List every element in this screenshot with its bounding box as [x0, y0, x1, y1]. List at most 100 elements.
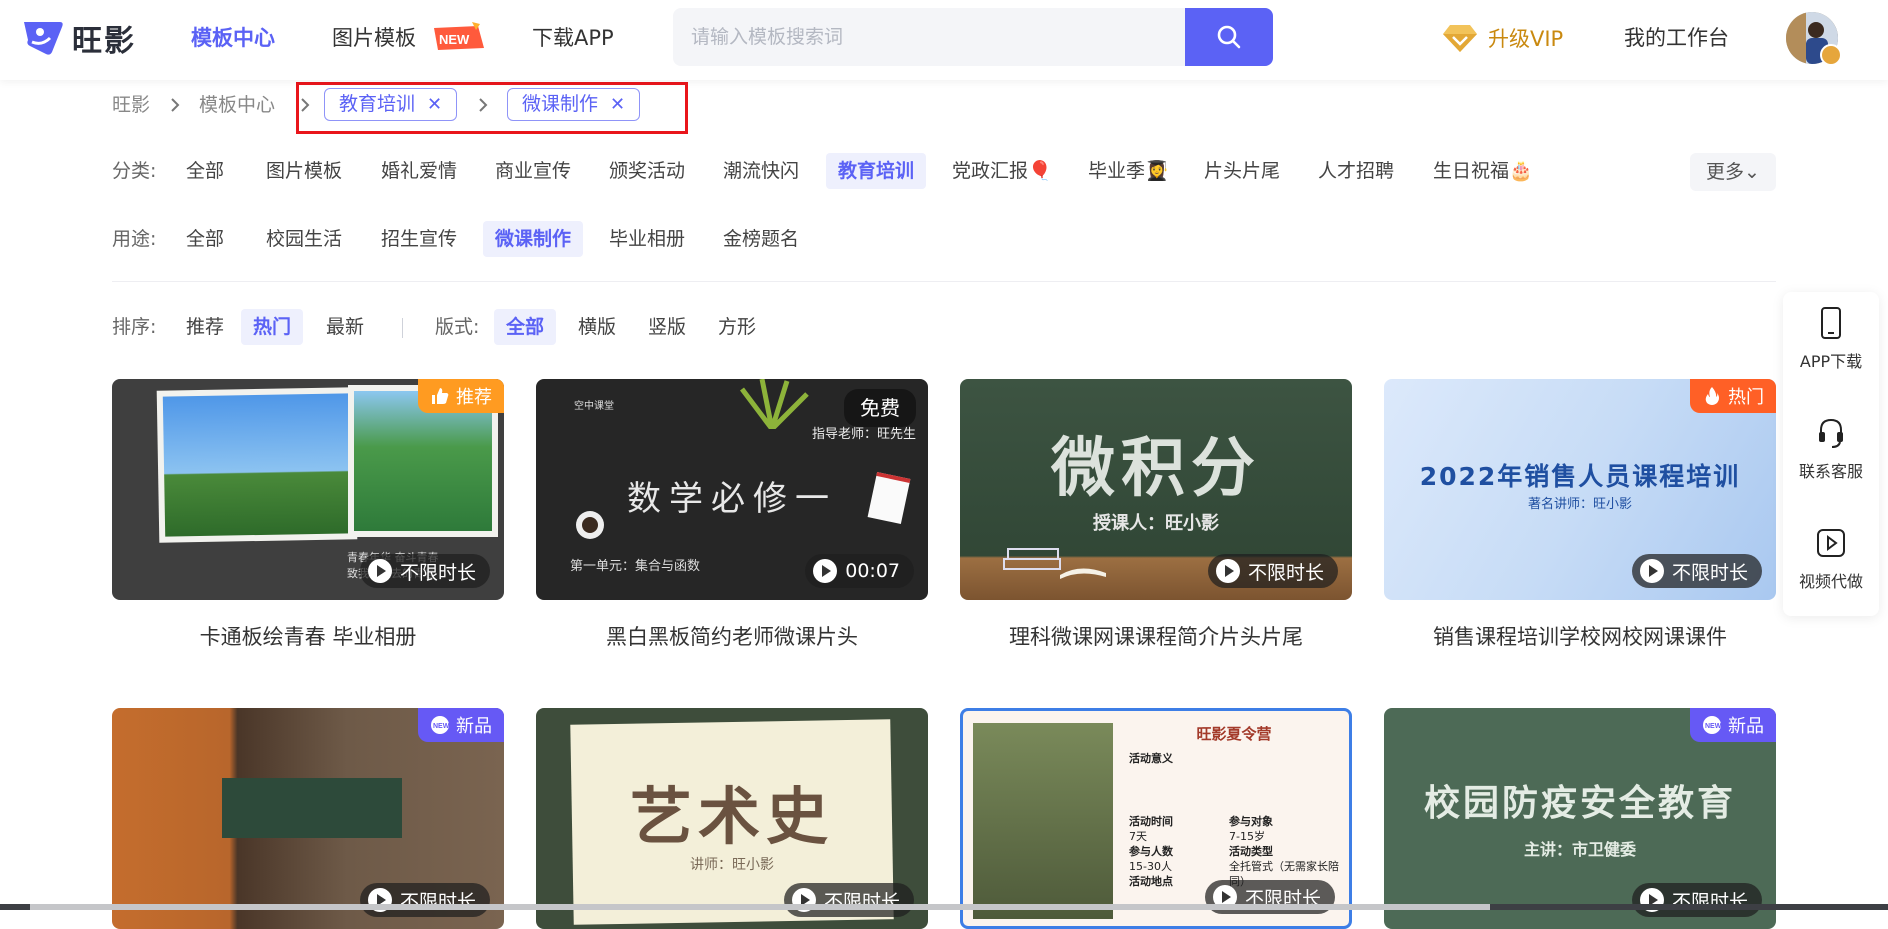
- format-chip[interactable]: 方形: [706, 309, 768, 345]
- leaf-icon: [740, 379, 809, 429]
- template-thumbnail[interactable]: NEW 新品 不限时长: [112, 708, 504, 929]
- usage-label: 用途:: [112, 228, 157, 250]
- search-input[interactable]: [673, 8, 1185, 66]
- poster-photo: [973, 723, 1113, 919]
- recommend-tag-label: 推荐: [456, 387, 492, 408]
- format-chip-active[interactable]: 全部: [494, 309, 557, 345]
- phone-icon: [1821, 307, 1841, 339]
- poster-row: 参与对象: [1229, 815, 1273, 828]
- course-subtitle: 著名讲师：旺小影: [1527, 497, 1632, 512]
- sort-chip[interactable]: 推荐: [174, 309, 236, 345]
- duration-badge: 不限时长: [1631, 883, 1762, 917]
- nav-template-center[interactable]: 模板中心: [191, 22, 275, 54]
- nav-image-templates[interactable]: 图片模板 NEW: [332, 22, 484, 54]
- side-tool-panel: APP下载 联系客服 视频代做: [1783, 292, 1879, 616]
- brand-logo[interactable]: 旺影: [20, 16, 136, 60]
- nav-image-templates-label: 图片模板: [332, 26, 416, 50]
- usage-chip-active[interactable]: 微课制作: [483, 221, 584, 257]
- side-customer-service[interactable]: 联系客服: [1783, 416, 1879, 482]
- search-bar: [673, 8, 1273, 66]
- category-chip[interactable]: 人才招聘: [1306, 153, 1406, 189]
- art-history-title: 艺术史: [629, 780, 834, 853]
- photo-image: [162, 393, 352, 537]
- side-item-label: 视频代做: [1798, 572, 1863, 591]
- side-item-label: 联系客服: [1798, 462, 1863, 481]
- template-thumbnail[interactable]: 微积分 授课人：旺小影 不限时长: [960, 379, 1352, 600]
- category-chip[interactable]: 图片模板: [254, 153, 354, 189]
- breadcrumb-root[interactable]: 旺影: [112, 90, 150, 120]
- category-chip-active[interactable]: 教育培训: [826, 153, 927, 189]
- video-play-icon: [1817, 529, 1845, 557]
- category-chip[interactable]: 商业宣传: [483, 153, 583, 189]
- new-tag: NEW 新品: [1690, 708, 1776, 742]
- category-chip[interactable]: 党政汇报🎈: [940, 153, 1064, 189]
- template-title[interactable]: 黑白黑板简约老师微课片头: [536, 621, 928, 651]
- chalk-title: 校园防疫安全教育: [1423, 783, 1736, 824]
- poster-details: 活动意义 活动时间 7天 参与人数 15-30人 活动地点: [1129, 751, 1173, 889]
- format-chip[interactable]: 竖版: [636, 309, 698, 345]
- sort-chip[interactable]: 最新: [314, 309, 376, 345]
- template-title[interactable]: 销售课程培训学校网校网课课件: [1384, 621, 1776, 651]
- duration-badge: 不限时长: [1207, 554, 1338, 588]
- hot-tag: 热门: [1690, 379, 1776, 413]
- photo-frame: [156, 387, 358, 543]
- new-badge-icon: NEW: [1703, 716, 1722, 734]
- side-video-service[interactable]: 视频代做: [1783, 526, 1879, 592]
- new-tag-label: 新品: [1728, 716, 1764, 737]
- play-icon: [813, 559, 838, 583]
- vip-diamond-icon: [1443, 25, 1477, 52]
- duration-label: 不限时长: [1247, 561, 1324, 584]
- usage-chip[interactable]: 招生宣传: [369, 221, 469, 257]
- poster-details-right: 参与对象 7-15岁 活动类型 全托管式（无需家长陪同）: [1229, 814, 1349, 889]
- nav-download-app[interactable]: 下载APP: [532, 22, 614, 54]
- category-chip[interactable]: 颁奖活动: [597, 153, 697, 189]
- duration-badge: 00:07: [805, 554, 914, 588]
- more-categories-button[interactable]: 更多⌄: [1690, 153, 1776, 191]
- template-thumbnail[interactable]: 艺术史 讲师：旺小影 不限时长: [536, 708, 928, 929]
- course-title: 2022年销售人员课程培训: [1419, 462, 1741, 491]
- svg-text:NEW: NEW: [433, 723, 450, 730]
- template-thumbnail[interactable]: 空中课堂 指导老师：旺先生 数学必修一 第一单元：集合与函数 免费 00:07: [536, 379, 928, 600]
- poster-row: 参与人数: [1129, 845, 1173, 858]
- sort-chip-active[interactable]: 热门: [241, 309, 304, 345]
- template-thumbnail[interactable]: 2022年销售人员课程培训 著名讲师：旺小影 热门 不限时长: [1384, 379, 1776, 600]
- upgrade-vip-label: 升级VIP: [1488, 27, 1564, 51]
- side-app-download[interactable]: APP下载: [1783, 306, 1879, 372]
- usage-chip[interactable]: 毕业相册: [597, 221, 697, 257]
- template-title[interactable]: 理科微课网课课程简介片头片尾: [960, 621, 1352, 651]
- filter-divider: [112, 281, 1776, 282]
- free-tag: 免费: [844, 389, 916, 427]
- category-chip[interactable]: 片头片尾: [1192, 153, 1292, 189]
- my-workspace-link[interactable]: 我的工作台: [1624, 22, 1729, 54]
- template-thumbnail[interactable]: 校园防疫安全教育 主讲：市卫健委 NEW 新品 不限时长: [1384, 708, 1776, 929]
- upgrade-vip-button[interactable]: 升级VIP: [1442, 20, 1563, 56]
- duration-label: 00:07: [845, 560, 900, 582]
- poster-value: 7天: [1129, 830, 1147, 843]
- usage-chip[interactable]: 金榜题名: [711, 221, 811, 257]
- template-title[interactable]: 卡通板绘青春 毕业相册: [112, 621, 504, 651]
- svg-text:NEW: NEW: [1705, 723, 1722, 730]
- category-chip[interactable]: 潮流快闪: [711, 153, 811, 189]
- format-chip[interactable]: 横版: [566, 309, 628, 345]
- art-history-subtitle: 讲师：旺小影: [690, 857, 774, 873]
- usage-chip[interactable]: 全部: [174, 221, 236, 257]
- new-tag-label: 新品: [456, 716, 492, 737]
- duration-label: 不限时长: [399, 561, 476, 584]
- play-icon: [367, 559, 392, 583]
- new-badge-text: NEW: [439, 32, 470, 47]
- search-button[interactable]: [1185, 8, 1273, 66]
- brand-name: 旺影: [72, 24, 136, 59]
- poster-value: 7-15岁: [1229, 830, 1265, 843]
- chalk-title: 微积分: [1051, 432, 1261, 506]
- classroom-blackboard: [222, 778, 402, 838]
- category-chip[interactable]: 全部: [174, 153, 236, 189]
- horizontal-scrollbar-thumb[interactable]: [30, 904, 1490, 910]
- category-chip[interactable]: 生日祝福🎂: [1421, 153, 1545, 189]
- category-chip[interactable]: 婚礼爱情: [369, 153, 469, 189]
- template-thumbnail[interactable]: 青春年华 奋斗青春 致我们逝去的青春 推荐 不限时长: [112, 379, 504, 600]
- template-thumbnail[interactable]: 旺影夏令营 活动意义 活动时间 7天 参与人数 15-30人 活动地点 参与对象…: [960, 708, 1352, 929]
- category-chip[interactable]: 毕业季👩‍🎓: [1076, 153, 1181, 189]
- usage-chip[interactable]: 校园生活: [254, 221, 354, 257]
- breadcrumb-template-center[interactable]: 模板中心: [199, 90, 275, 120]
- coffee-cup-icon: [576, 511, 604, 539]
